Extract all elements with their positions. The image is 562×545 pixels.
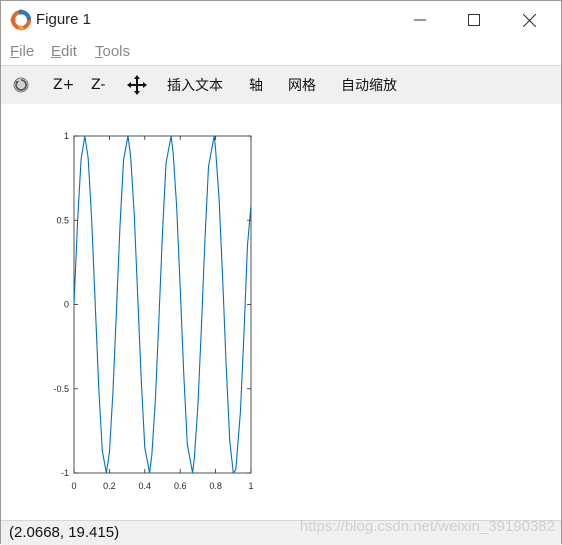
close-icon — [522, 13, 536, 27]
figure-toolbar: Z+ Z- 插入文本 轴 网格 自动缩放 — [1, 65, 561, 105]
autoscale-button[interactable]: 自动缩放 — [341, 66, 397, 104]
x-tick-label: 0.2 — [103, 481, 116, 491]
minimize-button[interactable] — [397, 1, 443, 39]
x-tick-label: 1 — [248, 481, 253, 491]
menu-tools-mnemonic: T — [95, 43, 103, 60]
insert-text-button[interactable]: 插入文本 — [167, 66, 223, 104]
zoom-in-button[interactable]: Z+ — [53, 66, 74, 104]
y-tick-label: -1 — [61, 468, 69, 478]
maximize-button[interactable] — [451, 1, 497, 39]
window-title: Figure 1 — [36, 11, 92, 28]
rotate-button[interactable] — [12, 66, 30, 104]
x-tick-label: 0.4 — [139, 481, 152, 491]
menu-tools[interactable]: Tools — [95, 43, 130, 60]
grid-button[interactable]: 网格 — [288, 66, 316, 104]
figure-window: Figure 1 File Edit Tools Z+ Z- 插入文本 轴 网格… — [0, 0, 562, 545]
watermark-text: https://blog.csdn.net/weixin_39190382 — [299, 518, 555, 535]
octave-logo-icon — [10, 9, 31, 31]
y-tick-label: 0 — [64, 300, 69, 310]
x-tick-label: 0.6 — [174, 481, 187, 491]
pan-button[interactable] — [127, 66, 147, 104]
menu-edit-label: dit — [61, 43, 77, 60]
rotate-icon — [13, 77, 29, 93]
menu-file[interactable]: File — [10, 43, 34, 60]
menu-bar: File Edit Tools — [1, 39, 561, 65]
close-button[interactable] — [506, 1, 552, 39]
y-tick-label: 1 — [64, 131, 69, 141]
zoom-out-button[interactable]: Z- — [91, 66, 105, 104]
minimize-icon — [414, 19, 426, 21]
status-bar: (2.0668, 19.415) https://blog.csdn.net/w… — [1, 518, 561, 545]
plot-canvas[interactable]: 0 0.2 0.4 0.6 0.8 1 1 0.5 0 -0.5 -1 — [1, 104, 561, 520]
x-tick-label: 0 — [71, 481, 76, 491]
maximize-icon — [468, 14, 480, 26]
menu-edit[interactable]: Edit — [51, 43, 77, 60]
x-tick-label: 0.8 — [209, 481, 222, 491]
sine-chart[interactable]: 0 0.2 0.4 0.6 0.8 1 1 0.5 0 -0.5 -1 — [1, 104, 561, 520]
title-bar[interactable]: Figure 1 — [1, 1, 561, 39]
y-tick-label: 0.5 — [56, 215, 69, 225]
pan-icon — [127, 75, 147, 95]
menu-file-label: ile — [19, 43, 35, 60]
cursor-coordinates: (2.0668, 19.415) — [9, 524, 120, 541]
axis-button[interactable]: 轴 — [249, 66, 263, 104]
menu-tools-label: ools — [102, 43, 131, 60]
y-tick-label: -0.5 — [53, 384, 69, 394]
menu-file-mnemonic: F — [10, 43, 20, 60]
menu-edit-mnemonic: E — [51, 43, 62, 60]
